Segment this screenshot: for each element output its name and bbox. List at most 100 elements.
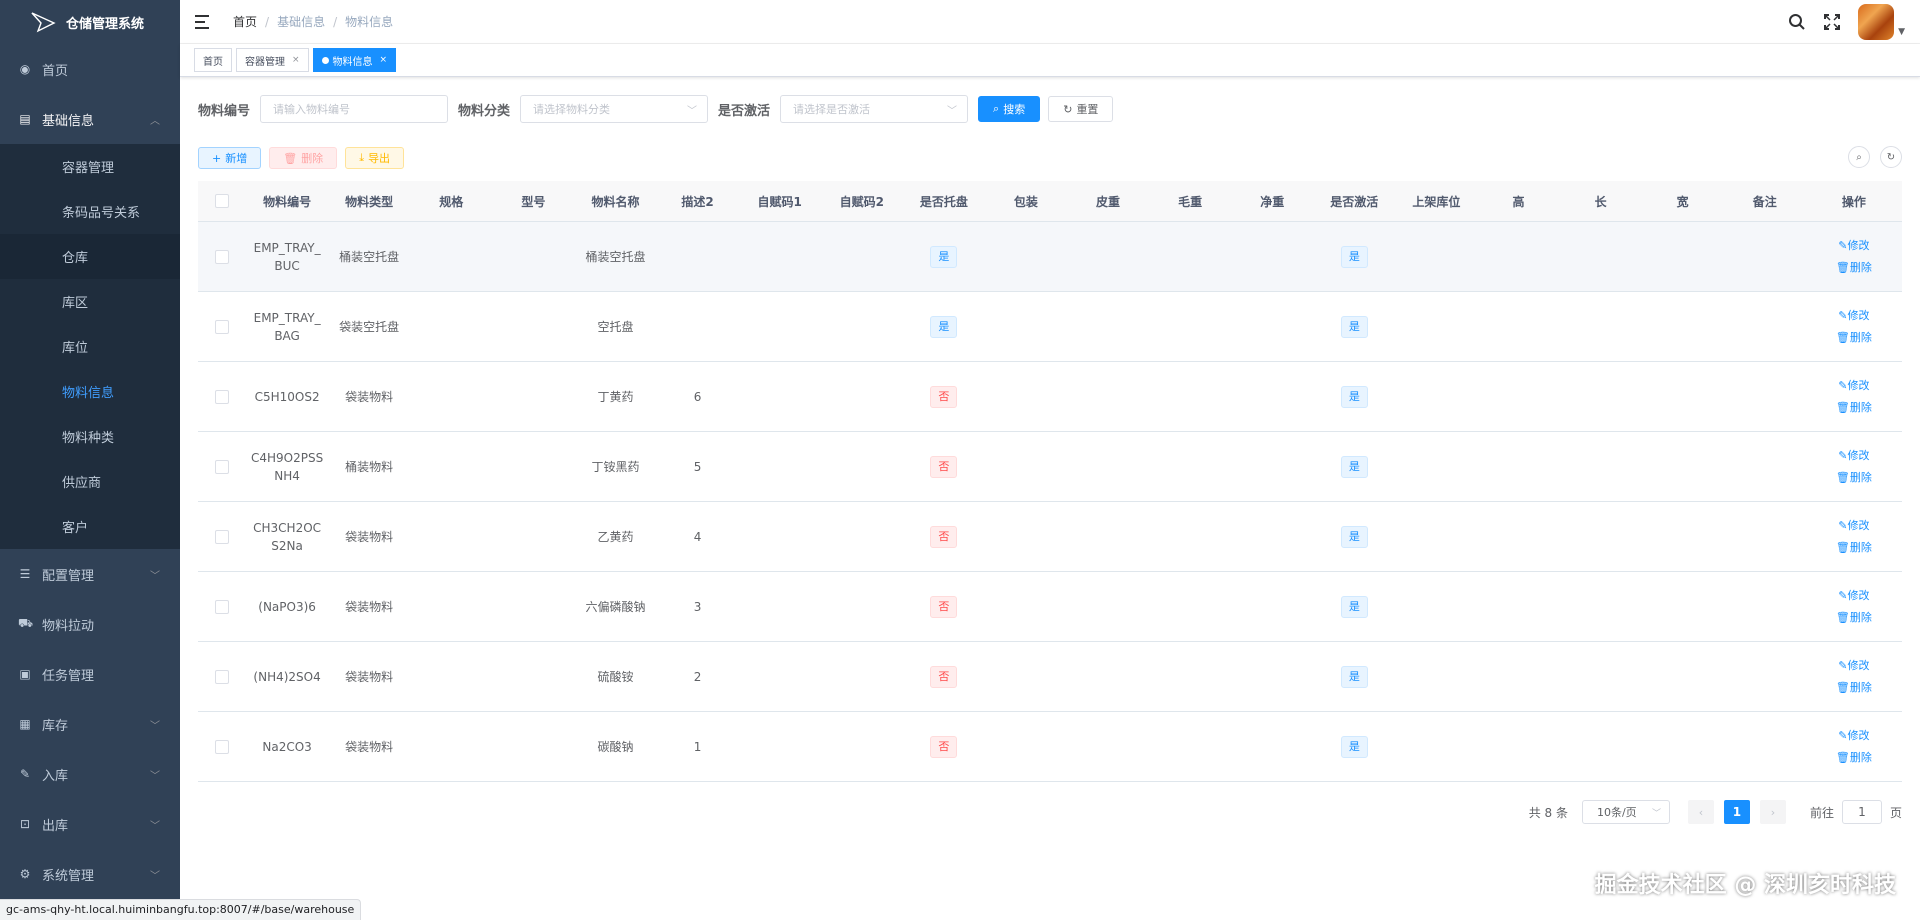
row-checkbox[interactable] bbox=[215, 670, 230, 684]
sidebar-item-config[interactable]: ☰ 配置管理 ﹀ bbox=[0, 549, 180, 599]
cell-length bbox=[1559, 711, 1642, 782]
sidebar-item-basic-info[interactable]: ▤ 基础信息 ︿ bbox=[0, 94, 180, 144]
row-checkbox[interactable] bbox=[215, 320, 230, 334]
row-delete-button[interactable]: 🗑删除 bbox=[1810, 677, 1898, 699]
is-active-select[interactable]: 请选择是否激活 ﹀ bbox=[780, 95, 969, 123]
cell-length bbox=[1559, 641, 1642, 712]
cell-code1 bbox=[738, 221, 821, 292]
next-page-button[interactable]: › bbox=[1759, 800, 1786, 824]
is-tray-badge: 是 bbox=[930, 315, 958, 338]
sidebar-subitem-barcode-relation[interactable]: 条码品号关系 bbox=[0, 189, 180, 234]
sidebar-item-material-pull[interactable]: ⛟ 物料拉动 bbox=[0, 599, 180, 649]
table-row: CH3CH2OCS2Na 袋装物料 乙黄药 4 否是 ✎修改 🗑删除 bbox=[198, 501, 1902, 572]
row-delete-button[interactable]: 🗑删除 bbox=[1810, 747, 1898, 769]
tag-material-info[interactable]: 物料信息 × bbox=[312, 48, 397, 72]
row-checkbox[interactable] bbox=[215, 390, 230, 404]
column-header: 宽 bbox=[1641, 181, 1724, 222]
close-icon[interactable]: × bbox=[380, 55, 388, 65]
row-checkbox[interactable] bbox=[215, 250, 230, 264]
cell-material-code: CH3CH2OCS2Na bbox=[246, 501, 329, 572]
hamburger-icon[interactable] bbox=[195, 14, 211, 29]
cell-is-tray: 否 bbox=[902, 641, 985, 712]
edit-button[interactable]: ✎修改 bbox=[1810, 375, 1898, 397]
sidebar-subitem-supplier[interactable]: 供应商 bbox=[0, 459, 180, 504]
is-active-badge: 是 bbox=[1340, 385, 1368, 408]
row-checkbox[interactable] bbox=[215, 600, 230, 614]
delete-button-label: 删除 bbox=[301, 152, 324, 165]
fullscreen-icon[interactable] bbox=[1823, 13, 1841, 31]
sidebar-subitem-customer[interactable]: 客户 bbox=[0, 504, 180, 549]
goto-page-input[interactable] bbox=[1841, 800, 1882, 824]
refresh-icon[interactable]: ↻ bbox=[1880, 146, 1902, 168]
cell-spec bbox=[410, 711, 493, 782]
chevron-up-icon: ︿ bbox=[150, 115, 160, 127]
delete-button[interactable]: 🗑 删除 bbox=[269, 147, 338, 169]
toggle-search-icon[interactable]: ⌕ bbox=[1848, 146, 1870, 168]
page-size-select[interactable]: 10条/页 ﹀ bbox=[1581, 800, 1670, 824]
add-button[interactable]: + 新增 bbox=[198, 147, 262, 169]
avatar[interactable] bbox=[1858, 3, 1895, 40]
cell-remark bbox=[1723, 711, 1806, 782]
edit-button[interactable]: ✎修改 bbox=[1810, 585, 1898, 607]
row-checkbox[interactable] bbox=[215, 460, 230, 474]
tags-view: 首页 容器管理 × 物料信息 × bbox=[180, 44, 1920, 77]
edit-button[interactable]: ✎修改 bbox=[1810, 725, 1898, 747]
edit-label: 修改 bbox=[1847, 448, 1870, 462]
sidebar-item-tasks[interactable]: ▣ 任务管理 bbox=[0, 649, 180, 699]
edit-button[interactable]: ✎修改 bbox=[1810, 515, 1898, 537]
is-active-badge: 是 bbox=[1340, 595, 1368, 618]
edit-button[interactable]: ✎修改 bbox=[1810, 305, 1898, 327]
sidebar-item-outbound[interactable]: ⊡ 出库 ﹀ bbox=[0, 799, 180, 849]
sidebar-item-home[interactable]: ◉ 首页 bbox=[0, 44, 180, 94]
cell-shelf-location bbox=[1395, 221, 1478, 292]
breadcrumb-home[interactable]: 首页 bbox=[233, 13, 257, 30]
cell-code1 bbox=[738, 291, 821, 362]
select-all-checkbox[interactable] bbox=[215, 194, 230, 209]
row-checkbox[interactable] bbox=[215, 740, 230, 754]
sidebar-subitem-material-category[interactable]: 物料种类 bbox=[0, 414, 180, 459]
search-button[interactable]: ⌕ 搜索 bbox=[978, 96, 1041, 122]
download-icon: ⤓ bbox=[359, 151, 365, 164]
sidebar-subitem-zone[interactable]: 库区 bbox=[0, 279, 180, 324]
reset-button[interactable]: ↻ 重置 bbox=[1048, 96, 1114, 122]
sidebar-subitem-location[interactable]: 库位 bbox=[0, 324, 180, 369]
edit-button[interactable]: ✎修改 bbox=[1810, 655, 1898, 677]
search-icon[interactable] bbox=[1788, 13, 1806, 31]
row-delete-button[interactable]: 🗑删除 bbox=[1810, 327, 1898, 349]
material-code-input[interactable]: 请输入物料编号 bbox=[260, 95, 449, 123]
cell-material-type: 袋装物料 bbox=[328, 361, 411, 432]
row-delete-button[interactable]: 🗑删除 bbox=[1810, 257, 1898, 279]
sidebar-subitem-warehouse[interactable]: 仓库 bbox=[0, 234, 180, 279]
tag-home[interactable]: 首页 bbox=[194, 48, 232, 72]
table-header-row: 物料编号 物料类型 规格 型号 物料名称 描述2 自赋码1 自赋码2 是否托盘 … bbox=[198, 181, 1902, 222]
cell-code2 bbox=[820, 711, 903, 782]
material-category-select[interactable]: 请选择物料分类 ﹀ bbox=[520, 95, 709, 123]
edit-button[interactable]: ✎修改 bbox=[1810, 235, 1898, 257]
sidebar-item-inventory[interactable]: ▦ 库存 ﹀ bbox=[0, 699, 180, 749]
tag-container[interactable]: 容器管理 × bbox=[236, 48, 309, 72]
row-checkbox[interactable] bbox=[215, 530, 230, 544]
cell-package bbox=[984, 571, 1067, 642]
table-row: EMP_TRAY_BAG 袋装空托盘 空托盘是是 ✎修改 🗑删除 bbox=[198, 291, 1902, 362]
app-title: 仓储管理系统 bbox=[66, 16, 145, 32]
export-button[interactable]: ⤓ 导出 bbox=[345, 147, 405, 169]
row-select-cell bbox=[198, 291, 247, 362]
sidebar-subitem-material-info[interactable]: 物料信息 bbox=[0, 369, 180, 414]
row-delete-button[interactable]: 🗑删除 bbox=[1810, 607, 1898, 629]
edit-button[interactable]: ✎修改 bbox=[1810, 445, 1898, 467]
sidebar-subitem-container[interactable]: 容器管理 bbox=[0, 144, 180, 189]
close-icon[interactable]: × bbox=[292, 55, 300, 65]
row-delete-button[interactable]: 🗑删除 bbox=[1810, 537, 1898, 559]
sidebar-item-system[interactable]: ⚙ 系统管理 ﹀ bbox=[0, 849, 180, 899]
page-number[interactable]: 1 bbox=[1723, 800, 1750, 824]
row-delete-button[interactable]: 🗑删除 bbox=[1810, 467, 1898, 489]
row-delete-button[interactable]: 🗑删除 bbox=[1810, 397, 1898, 419]
delete-label: 删除 bbox=[1849, 470, 1872, 484]
sidebar-item-inbound[interactable]: ✎ 入库 ﹀ bbox=[0, 749, 180, 799]
edit-label: 修改 bbox=[1847, 518, 1870, 532]
app-logo[interactable]: 仓储管理系统 bbox=[0, 0, 180, 44]
prev-page-button[interactable]: ‹ bbox=[1687, 800, 1714, 824]
cell-actions: ✎修改 🗑删除 bbox=[1805, 221, 1902, 292]
caret-down-icon[interactable]: ▼ bbox=[1898, 27, 1905, 37]
cell-remark bbox=[1723, 431, 1806, 502]
